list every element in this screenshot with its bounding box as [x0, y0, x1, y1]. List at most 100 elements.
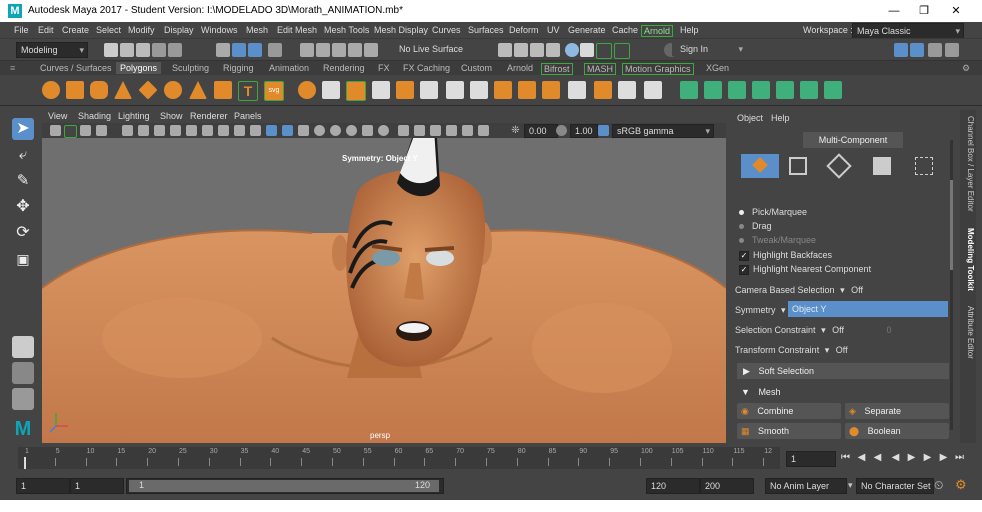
- menu-deform[interactable]: Deform: [509, 25, 539, 35]
- vp-menu-view[interactable]: View: [48, 111, 67, 121]
- sign-in-button[interactable]: Sign In ▾: [672, 42, 746, 56]
- toggle-modeling-toolkit-icon[interactable]: [894, 43, 908, 57]
- arnold-ipr-icon[interactable]: [614, 43, 630, 59]
- ambient-occlusion-icon[interactable]: [330, 125, 341, 136]
- vp-menu-shading[interactable]: Shading: [78, 111, 111, 121]
- animation-preferences-icon[interactable]: ⚙: [955, 477, 967, 493]
- poly-cone-icon[interactable]: [114, 81, 132, 99]
- field-chart-icon[interactable]: [186, 125, 197, 136]
- resolution-gate-icon[interactable]: [154, 125, 165, 136]
- restore-icon[interactable]: ❐: [910, 2, 938, 20]
- panel-scrollbar[interactable]: [950, 140, 953, 430]
- render-frame-icon[interactable]: [498, 43, 512, 57]
- hud-icon[interactable]: [478, 125, 489, 136]
- wireframe-on-shaded-icon[interactable]: [266, 125, 277, 136]
- range-slider-handle[interactable]: [129, 480, 439, 492]
- tab-attribute-editor[interactable]: Attribute Editor: [961, 306, 975, 359]
- drag-option[interactable]: Drag: [739, 221, 772, 231]
- face-mode-icon[interactable]: [873, 157, 891, 175]
- snap-grid-icon[interactable]: [300, 43, 314, 57]
- menu-modify[interactable]: Modify: [128, 25, 155, 35]
- combine-icon[interactable]: [298, 81, 316, 99]
- tab-arnold[interactable]: Arnold: [507, 63, 533, 73]
- poly-pipe-icon[interactable]: [214, 81, 232, 99]
- smooth-icon[interactable]: [346, 81, 366, 101]
- select-tool-icon[interactable]: ➤: [12, 118, 34, 140]
- drag-radio[interactable]: [739, 224, 744, 230]
- tab-fx-caching[interactable]: FX Caching: [403, 63, 450, 73]
- vp-menu-show[interactable]: Show: [160, 111, 183, 121]
- time-slider[interactable]: 1 5 10 15 20 25 30 35 40 45 50 55 60 65 70 75 80 85 90 95 10…: [18, 447, 780, 469]
- insert-edge-loop-icon[interactable]: [594, 81, 612, 99]
- snap-view-plane-icon[interactable]: [348, 43, 362, 57]
- menu-mesh-tools[interactable]: Mesh Tools: [324, 25, 369, 35]
- persp-outliner-layout-icon[interactable]: [12, 388, 34, 410]
- smooth-button[interactable]: ▦ Smooth: [737, 423, 841, 439]
- toggle-attribute-editor-icon[interactable]: [910, 43, 924, 57]
- symmetry-value-field[interactable]: Object Y: [788, 301, 948, 317]
- menu-edit[interactable]: Edit: [38, 25, 54, 35]
- vp-menu-lighting[interactable]: Lighting: [118, 111, 150, 121]
- perspective-viewport[interactable]: Symmetry: Object Y persp: [42, 138, 726, 443]
- step-forward-key-icon[interactable]: ▶: [938, 452, 949, 463]
- character-set-dropdown[interactable]: No Character Set: [856, 478, 934, 494]
- move-tool-icon[interactable]: ✥: [12, 196, 34, 218]
- boolean-button[interactable]: ⬤ Boolean: [845, 423, 949, 439]
- selection-constraint-row[interactable]: Selection Constraint ▾ Off 0: [735, 325, 891, 336]
- tab-channel-box[interactable]: Channel Box / Layer Editor: [961, 116, 975, 212]
- ipr-render-icon[interactable]: [514, 43, 528, 57]
- bevel-icon[interactable]: [420, 81, 438, 99]
- menu-help[interactable]: Help: [680, 25, 699, 35]
- open-scene-icon[interactable]: [120, 43, 134, 57]
- gate-mask-icon[interactable]: [170, 125, 181, 136]
- menu-set-dropdown[interactable]: Modeling ▾: [16, 42, 88, 58]
- step-forward-frame-icon[interactable]: ▶: [922, 452, 933, 463]
- poly-cube-icon[interactable]: [66, 81, 84, 99]
- tab-xgen[interactable]: XGen: [706, 63, 729, 73]
- symmetry-row[interactable]: Symmetry ▾: [735, 305, 786, 316]
- uv-mode-icon[interactable]: [915, 157, 933, 175]
- lasso-tool-icon[interactable]: ⤶: [12, 144, 34, 166]
- step-back-frame-icon[interactable]: ◀: [872, 452, 883, 463]
- tab-modeling-toolkit[interactable]: Modeling Toolkit: [961, 228, 975, 291]
- playback-end-field[interactable]: 120: [646, 478, 700, 494]
- render-settings-icon[interactable]: [530, 43, 544, 57]
- tab-fx[interactable]: FX: [378, 63, 390, 73]
- uv-editor-icon[interactable]: [800, 81, 818, 99]
- highlight-nearest-checkbox[interactable]: ✓: [739, 264, 749, 275]
- depth-of-field-icon[interactable]: [378, 125, 389, 136]
- smooth-shade-icon[interactable]: [250, 125, 261, 136]
- poly-torus-icon[interactable]: [164, 81, 182, 99]
- cylindrical-uv-icon[interactable]: [704, 81, 722, 99]
- tab-rigging[interactable]: Rigging: [223, 63, 254, 73]
- tweak-marquee-radio[interactable]: [739, 238, 744, 244]
- edge-mode-icon[interactable]: [826, 153, 852, 179]
- spherical-uv-icon[interactable]: [728, 81, 746, 99]
- highlight-backfaces-checkbox[interactable]: ✓: [739, 250, 749, 261]
- go-to-end-icon[interactable]: ⏭: [954, 452, 965, 463]
- menu-select[interactable]: Select: [96, 25, 121, 35]
- panel-scrollbar-thumb[interactable]: [950, 180, 953, 270]
- uv-toolkit-icon[interactable]: [824, 81, 842, 99]
- current-time-marker[interactable]: [24, 457, 26, 469]
- xray-joints-icon[interactable]: [446, 125, 457, 136]
- arnold-render-icon[interactable]: [580, 43, 594, 57]
- select-by-component-icon[interactable]: [248, 43, 262, 57]
- separate-icon[interactable]: [322, 81, 340, 99]
- step-back-key-icon[interactable]: ◀: [856, 452, 867, 463]
- settings-icon[interactable]: ⚙: [962, 63, 970, 74]
- menu-mesh[interactable]: Mesh: [246, 25, 268, 35]
- pick-marquee-option[interactable]: Pick/Marquee: [739, 207, 807, 217]
- extrude-icon[interactable]: [396, 81, 414, 99]
- camera-attributes-icon[interactable]: [64, 125, 77, 138]
- four-view-layout-icon[interactable]: [12, 362, 34, 384]
- motion-blur-icon[interactable]: [346, 125, 357, 136]
- playback-start-field[interactable]: 1: [70, 478, 124, 494]
- go-to-start-icon[interactable]: ⏮: [840, 452, 851, 463]
- menu-curves[interactable]: Curves: [432, 25, 461, 35]
- unfold-uv-icon[interactable]: [776, 81, 794, 99]
- transform-constraint-row[interactable]: Transform Constraint ▾ Off: [735, 345, 848, 356]
- xray-active-icon[interactable]: [430, 125, 441, 136]
- make-live-icon[interactable]: [364, 43, 378, 57]
- quad-draw-icon[interactable]: [568, 81, 586, 99]
